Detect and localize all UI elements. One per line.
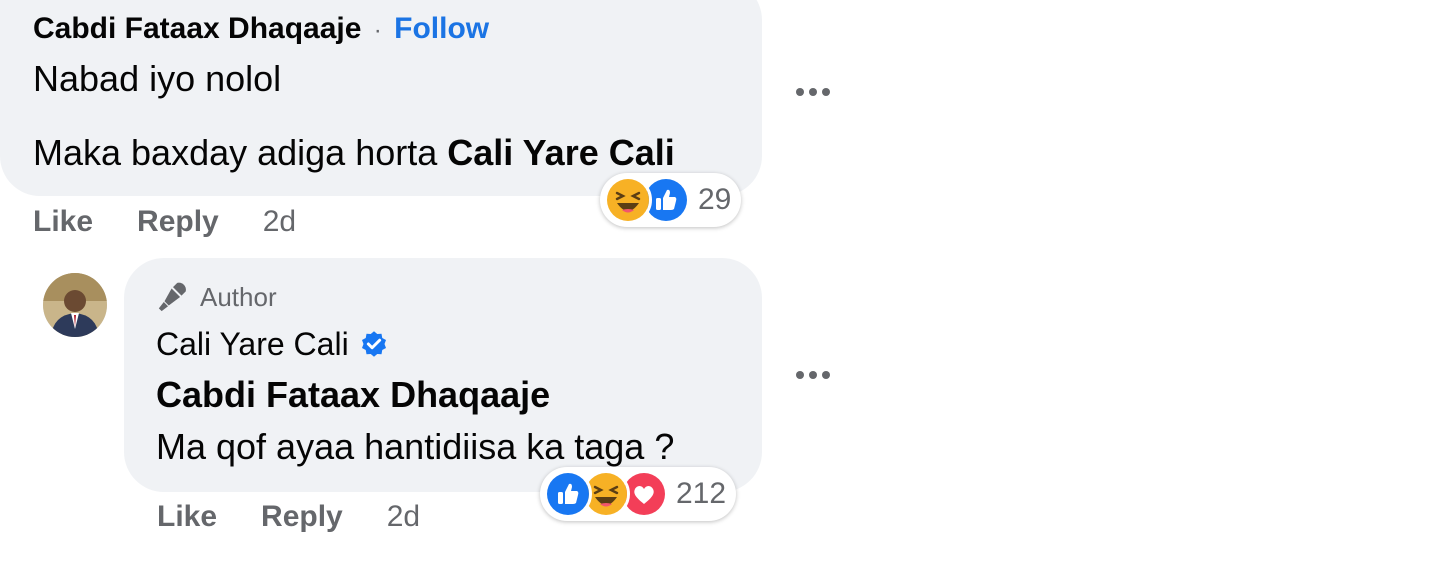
reactions-summary[interactable]: 29 <box>600 173 742 227</box>
like-button[interactable]: Like <box>33 205 93 239</box>
reply-button[interactable]: Reply <box>261 500 343 534</box>
reply-text: Ma qof ayaa hantidiisa ka taga ? <box>156 426 675 467</box>
more-options-icon[interactable] <box>796 88 830 96</box>
verified-badge-icon <box>361 330 386 357</box>
haha-icon <box>604 176 652 224</box>
reply-author: Cali Yare Cali <box>156 326 389 363</box>
author-badge: Author <box>156 280 277 314</box>
reaction-count: 29 <box>698 183 732 216</box>
more-options-icon[interactable] <box>796 371 830 379</box>
follow-button[interactable]: Follow <box>394 12 489 45</box>
avatar[interactable] <box>43 273 107 337</box>
comment-actions: Like Reply 2d <box>33 205 296 239</box>
comment-header: Cabdi Fataax Dhaqaaje · Follow <box>33 12 489 46</box>
reply-author-name[interactable]: Cali Yare Cali <box>156 326 349 363</box>
like-icon <box>544 470 592 518</box>
reply-mention[interactable]: Cabdi Fataax Dhaqaaje <box>156 374 550 416</box>
comment-text-line-2: Maka baxday adiga horta Cali Yare Cali <box>33 132 675 174</box>
timestamp[interactable]: 2d <box>387 500 420 534</box>
reaction-count: 212 <box>676 477 727 510</box>
microphone-icon <box>158 282 186 312</box>
separator-dot: · <box>373 17 382 44</box>
reply-actions: Like Reply 2d <box>157 500 420 534</box>
reply-button[interactable]: Reply <box>137 205 219 239</box>
comment-text-line-1: Nabad iyo nolol <box>33 58 282 99</box>
timestamp[interactable]: 2d <box>263 205 296 239</box>
reactions-summary[interactable]: 212 <box>540 467 737 521</box>
comment-text: Maka baxday adiga horta <box>33 132 448 173</box>
author-badge-label: Author <box>200 281 277 312</box>
comment-author-name[interactable]: Cabdi Fataax Dhaqaaje <box>33 12 361 45</box>
like-button[interactable]: Like <box>157 500 217 534</box>
mention-link[interactable]: Cali Yare Cali <box>447 132 674 173</box>
